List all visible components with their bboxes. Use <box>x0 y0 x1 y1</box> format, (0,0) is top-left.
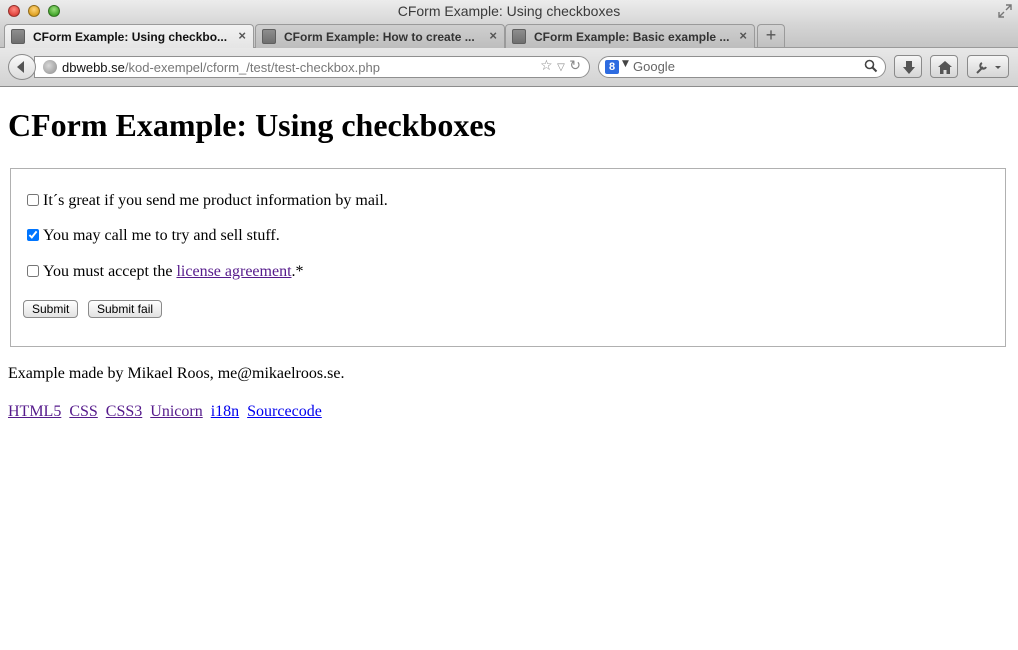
tab-strip: CForm Example: Using checkbo... × CForm … <box>0 22 1018 49</box>
checkbox-form: It´s great if you send me product inform… <box>10 168 1006 347</box>
sourcecode-link[interactable]: Sourcecode <box>247 403 322 420</box>
page-favicon-icon <box>11 29 25 44</box>
css3-link[interactable]: CSS3 <box>106 403 142 420</box>
submit-button[interactable]: Submit <box>23 300 79 318</box>
search-input[interactable] <box>633 59 853 74</box>
tab-label: CForm Example: Using checkbo... <box>33 30 228 44</box>
url-actions: ☆ ▽ ↻ <box>540 58 581 74</box>
navigation-toolbar: dbwebb.se/kod-exempel/cform_/test/test-c… <box>0 48 1018 87</box>
url-host: dbwebb.se <box>62 60 125 75</box>
search-icon[interactable] <box>864 59 878 73</box>
fullscreen-icon[interactable] <box>998 4 1012 18</box>
wrench-icon <box>976 62 1001 74</box>
close-tab-icon[interactable]: × <box>238 28 246 43</box>
window-title: CForm Example: Using checkboxes <box>397 3 621 19</box>
page-title: CForm Example: Using checkboxes <box>8 107 496 143</box>
search-bar[interactable]: 8 ▼ <box>598 56 886 78</box>
product-info-label: It´s great if you send me product inform… <box>43 192 388 209</box>
tab-basic-example[interactable]: CForm Example: Basic example ... × <box>505 24 755 48</box>
page-content: CForm Example: Using checkboxes It´s gre… <box>0 87 1018 650</box>
page-favicon-icon <box>512 29 526 44</box>
call-me-checkbox[interactable] <box>27 229 39 241</box>
call-me-label: You may call me to try and sell stuff. <box>43 227 280 244</box>
engine-dropdown-icon[interactable]: ▼ <box>622 59 629 69</box>
close-tab-icon[interactable]: × <box>489 28 497 43</box>
license-label-before: You must accept the <box>43 263 177 280</box>
reload-icon[interactable]: ↻ <box>569 58 581 74</box>
back-button[interactable] <box>8 54 36 80</box>
download-arrow-icon <box>903 61 915 74</box>
tab-how-to-create[interactable]: CForm Example: How to create ... × <box>255 24 505 48</box>
unicorn-link[interactable]: Unicorn <box>150 403 202 420</box>
bookmark-star-icon[interactable]: ☆ <box>540 58 553 74</box>
google-engine-icon[interactable]: 8 <box>605 60 619 74</box>
close-tab-icon[interactable]: × <box>739 28 747 43</box>
address-bar[interactable]: dbwebb.se/kod-exempel/cform_/test/test-c… <box>34 56 590 78</box>
product-info-option: It´s great if you send me product inform… <box>27 192 388 210</box>
license-option: You must accept the license agreement.* <box>27 263 304 281</box>
title-bar: CForm Example: Using checkboxes <box>0 0 1018 22</box>
url-path: /kod-exempel/cform_/test/test-checkbox.p… <box>124 60 380 75</box>
html5-link[interactable]: HTML5 <box>8 403 61 420</box>
tab-label: CForm Example: How to create ... <box>284 30 475 44</box>
submit-fail-button[interactable]: Submit fail <box>88 300 163 318</box>
license-label-after: .* <box>291 263 304 280</box>
credit-text: Example made by Mikael Roos, me@mikaelro… <box>8 365 345 382</box>
product-info-checkbox[interactable] <box>27 194 39 206</box>
license-agreement-link[interactable]: license agreement <box>176 263 291 280</box>
call-me-option: You may call me to try and sell stuff. <box>27 227 280 245</box>
home-icon <box>938 61 952 74</box>
css-link[interactable]: CSS <box>69 403 97 420</box>
url-text: dbwebb.se/kod-exempel/cform_/test/test-c… <box>62 60 380 75</box>
globe-icon <box>43 60 57 74</box>
history-dropdown-icon[interactable]: ▽ <box>557 62 565 73</box>
license-checkbox[interactable] <box>27 265 39 277</box>
tab-using-checkboxes[interactable]: CForm Example: Using checkbo... × <box>4 24 254 49</box>
tools-menu-button[interactable] <box>967 55 1009 78</box>
home-button[interactable] <box>930 55 958 78</box>
back-arrow-icon <box>17 61 24 73</box>
i18n-link[interactable]: i18n <box>211 403 239 420</box>
new-tab-button[interactable]: + <box>757 24 785 47</box>
tab-label: CForm Example: Basic example ... <box>534 30 730 44</box>
page-favicon-icon <box>262 29 276 44</box>
downloads-button[interactable] <box>894 55 922 78</box>
footer-links: HTML5 CSS CSS3 Unicorn i18n Sourcecode <box>8 403 326 421</box>
